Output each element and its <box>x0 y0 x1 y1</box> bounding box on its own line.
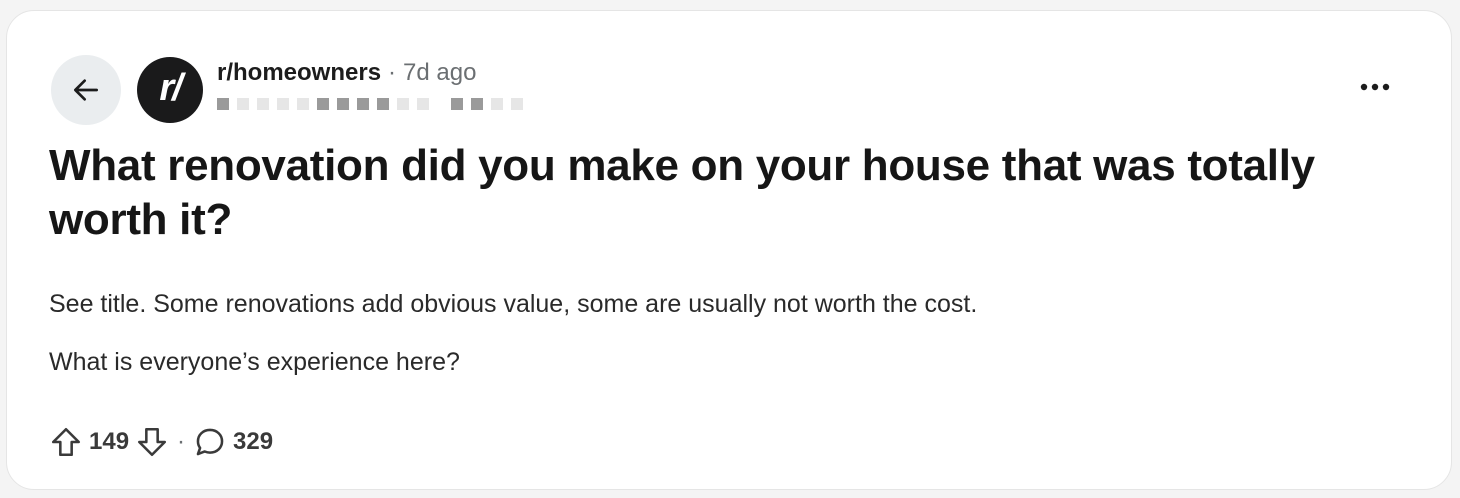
post-time: 7d ago <box>403 59 477 86</box>
post-body-paragraph-1: See title. Some renovations add obvious … <box>49 290 978 318</box>
post-title: What renovation did you make on your hou… <box>49 141 1315 244</box>
speech-bubble-icon <box>196 428 224 456</box>
subreddit-link[interactable]: r/homeowners <box>217 59 381 87</box>
more-options-button[interactable] <box>1355 73 1395 101</box>
vote-count: 149 <box>89 428 130 455</box>
post-card: r/ r/homeowners · 7d ago What renovation… <box>6 10 1452 490</box>
comment-count: 329 <box>233 428 274 455</box>
downvote-button[interactable] <box>135 425 169 459</box>
arrow-up-outline-icon <box>51 427 81 457</box>
subreddit-avatar[interactable]: r/ <box>137 57 203 123</box>
arrow-down-outline-icon <box>138 427 167 457</box>
author-redacted <box>217 97 523 111</box>
avatar-text: r/ <box>159 66 182 109</box>
post-actions: 149 · 329 <box>49 425 273 459</box>
arrow-left-icon <box>74 79 98 101</box>
back-button[interactable] <box>51 55 121 125</box>
post-meta: r/homeowners · 7d ago <box>217 59 476 87</box>
actions-separator: · <box>177 428 186 455</box>
post-body-paragraph-2: What is everyone’s experience here? <box>49 348 460 376</box>
comments-button[interactable] <box>193 425 227 459</box>
meta-separator: · <box>388 59 397 86</box>
upvote-button[interactable] <box>49 425 83 459</box>
ellipsis-icon <box>1360 83 1390 91</box>
